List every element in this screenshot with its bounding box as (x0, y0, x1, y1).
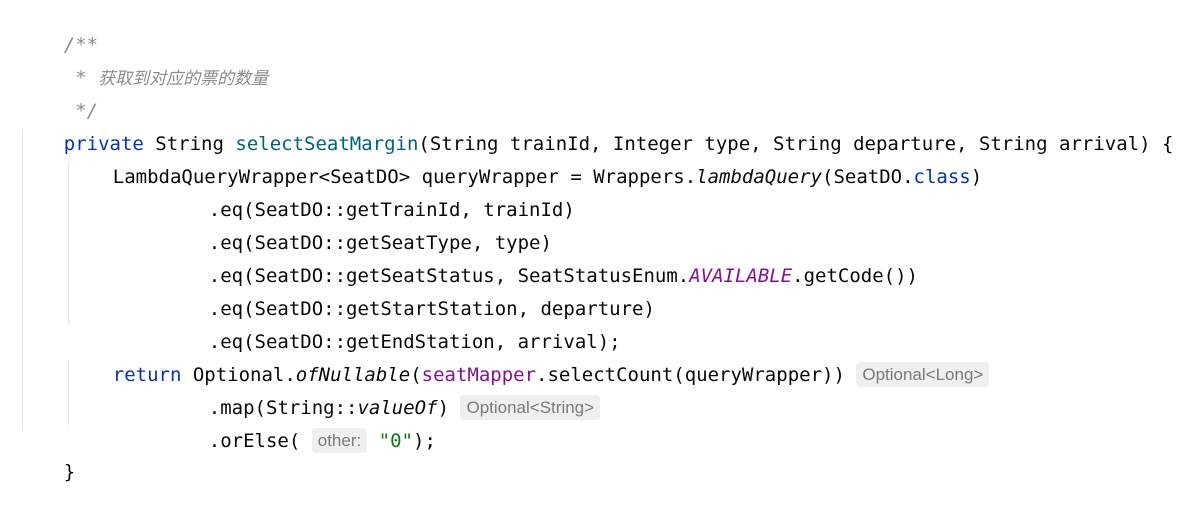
closing-brace: } (63, 461, 76, 483)
eq-start-station-line[interactable]: .eq(SeatDO::getStartStation, departure) (163, 260, 655, 320)
keyword-class: class (913, 166, 971, 188)
eq-seat-status-line[interactable]: .eq(SeatDO::getSeatStatus, SeatStatusEnu… (163, 227, 918, 287)
eq-train-id-line[interactable]: .eq(SeatDO::getTrainId, trainId) (163, 161, 575, 221)
method-signature[interactable]: private String selectSeatMargin(String t… (18, 95, 1174, 155)
query-arg-close: ) (970, 166, 983, 188)
query-arg-open: (SeatDO. (822, 166, 914, 188)
code-editor[interactable]: /** * 获取到对应的票的数量 */ private String selec… (0, 0, 1188, 483)
eq-seat-status-suffix: .getCode()) (792, 265, 918, 287)
type-hint-optional-string[interactable]: Optional<String> (460, 395, 601, 420)
doc-comment-body: * 获取到对应的票的数量 (18, 29, 268, 89)
closing-brace-line[interactable]: } (18, 423, 75, 483)
map-call-suffix: ) (437, 397, 450, 419)
or-else-suffix: ); (413, 430, 436, 452)
query-wrapper-line[interactable]: LambdaQueryWrapper<SeatDO> queryWrapper … (67, 128, 982, 188)
doc-comment-open: /** (18, 0, 98, 56)
doc-comment-close: */ (18, 62, 98, 122)
or-else-prefix: .orElse( (208, 430, 301, 452)
return-line[interactable]: return Optional.ofNullable(seatMapper.se… (67, 326, 990, 387)
type-hint-optional-long[interactable]: Optional<Long> (856, 362, 990, 387)
doc-comment-text: 获取到对应的票的数量 (98, 69, 269, 89)
eq-seat-type-line[interactable]: .eq(SeatDO::getSeatType, type) (163, 194, 552, 254)
map-line[interactable]: .map(String::valueOf) Optional<String> (163, 359, 601, 420)
string-literal-zero: "0" (378, 430, 413, 452)
param-hint-other[interactable]: other: (311, 428, 368, 453)
or-else-line[interactable]: .orElse( other: "0"); (163, 392, 436, 453)
eq-end-station-line[interactable]: .eq(SeatDO::getEndStation, arrival); (163, 293, 621, 353)
enum-constant-available: AVAILABLE (689, 265, 793, 287)
lambda-query-call: lambdaQuery (696, 166, 822, 188)
